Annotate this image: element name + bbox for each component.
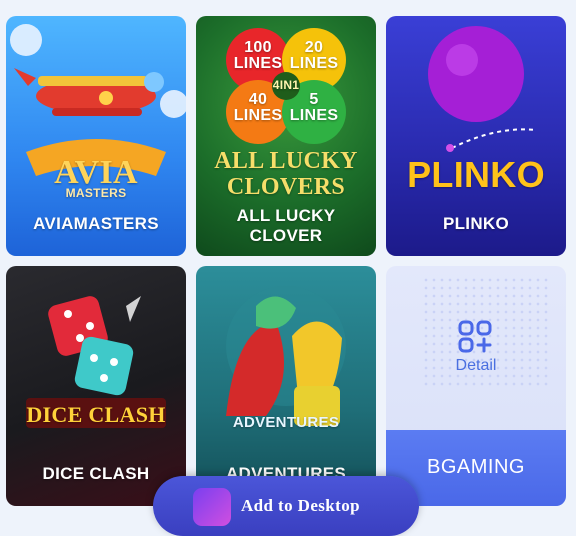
- game-tile-adventures[interactable]: ADVENTURES ADVENTURES: [196, 266, 376, 506]
- adventures-logo: ADVENTURES: [232, 414, 340, 431]
- detail-label: Detail: [455, 357, 497, 374]
- game-tile-dice-clash[interactable]: DICE CLASH DICE CLASH: [6, 266, 186, 506]
- badge-20-lines: 20 LINES: [289, 39, 339, 72]
- game-title: AVIAMASTERS: [33, 214, 159, 233]
- dice-clash-logo: DICE CLASH: [26, 402, 166, 427]
- game-title: PLINKO: [442, 214, 510, 233]
- game-tile-aviamasters[interactable]: AVIA MASTERS AVIAMASTERS: [6, 16, 186, 256]
- game-tile-plinko[interactable]: PLINKO PLINKO: [386, 16, 566, 256]
- badge-5-lines: 5 LINES: [289, 91, 339, 124]
- plinko-logo: PLINKO: [407, 154, 545, 195]
- badge-4in1: 4IN1: [272, 78, 300, 92]
- game-title-line1: ALL LUCKY: [236, 206, 336, 225]
- aviamasters-logo-line2: MASTERS: [65, 186, 127, 200]
- app-logo-icon: [193, 488, 231, 526]
- add-to-desktop-button[interactable]: Add to Desktop: [153, 476, 419, 536]
- grid-apps-icon: [458, 320, 492, 353]
- game-title-line2: CLOVER: [249, 226, 323, 245]
- provider-detail-tile[interactable]: Detail BGAMING: [386, 266, 566, 506]
- game-grid: AVIA MASTERS AVIAMASTERS 100 LINES 20 LI…: [0, 0, 576, 511]
- game-title: DICE CLASH: [42, 464, 150, 483]
- clover-logo-line2: CLOVERS: [226, 174, 346, 200]
- provider-name: BGAMING: [427, 456, 525, 478]
- add-to-desktop-label: Add to Desktop: [241, 496, 360, 515]
- game-tile-all-lucky-clover[interactable]: 100 LINES 20 LINES 4IN1 40 LINES 5 LINES…: [196, 16, 376, 256]
- clover-logo-line1: ALL LUCKY: [214, 148, 358, 174]
